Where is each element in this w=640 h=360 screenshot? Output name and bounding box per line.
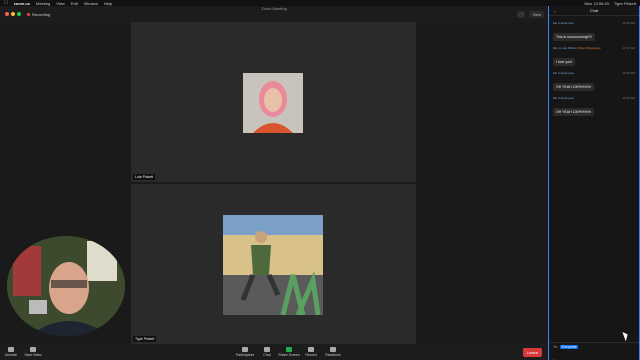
to-label: To: bbox=[553, 345, 558, 349]
message-time: 12:50 AM bbox=[622, 96, 635, 100]
direct-message-tag: (Direct Message) bbox=[577, 46, 601, 50]
reactions-label: Reactions bbox=[325, 353, 341, 357]
chat-label: Chat bbox=[263, 353, 271, 357]
leave-button[interactable]: Leave bbox=[523, 348, 542, 357]
record-button[interactable]: Record bbox=[300, 347, 322, 357]
chat-message: Me to Everyone 12:50 AM OH YEAH 100%%%% bbox=[553, 96, 635, 118]
recording-label: Recording bbox=[32, 11, 51, 17]
share-screen-label: Share Screen bbox=[278, 353, 300, 357]
minimize-window-button[interactable] bbox=[11, 12, 15, 16]
menubar-user[interactable]: Tigre Pickett bbox=[614, 1, 636, 6]
chat-compose: To: Everyone bbox=[549, 342, 639, 360]
message-text: I love you! bbox=[553, 58, 575, 66]
share-screen-icon bbox=[286, 347, 292, 352]
message-meta: Me to Everyone bbox=[553, 96, 575, 100]
participants-label: Participants bbox=[235, 353, 255, 357]
window-title: Zoom Meeting bbox=[261, 6, 287, 11]
share-screen-button[interactable]: Share Screen bbox=[278, 347, 300, 357]
video-camera-icon bbox=[30, 347, 36, 352]
presenter-webcam-image bbox=[7, 236, 125, 336]
chat-title: Chat bbox=[589, 8, 599, 13]
unmute-button[interactable]: Unmute bbox=[0, 347, 22, 357]
view-button[interactable]: View bbox=[529, 11, 544, 18]
microphone-icon bbox=[8, 347, 14, 352]
message-meta: Me to Everyone bbox=[553, 21, 575, 25]
recording-indicator[interactable]: Recording bbox=[27, 12, 50, 17]
reactions-button[interactable]: Reactions bbox=[322, 347, 344, 357]
video-tile-tigre[interactable]: Tigre Pickett bbox=[131, 184, 416, 344]
chat-message: Me to Everyone 12:08 AM This is sooooooom… bbox=[553, 21, 635, 43]
reactions-icon bbox=[330, 347, 336, 352]
meeting-toolbar: Unmute Start Video Participants Chat Sha… bbox=[0, 344, 548, 360]
menubar-app-name[interactable]: zoom.us bbox=[14, 1, 30, 6]
message-text: OH YEAH 100%%%% bbox=[553, 83, 594, 91]
record-label: Record bbox=[305, 353, 317, 357]
message-time: 12:50 AM bbox=[622, 71, 635, 75]
menubar-item-help[interactable]: Help bbox=[104, 1, 112, 6]
message-meta: Me to Everyone bbox=[553, 71, 575, 75]
message-meta: Me to Lola Pickett bbox=[553, 46, 577, 50]
message-text: This is sooooooomg!!!!! bbox=[553, 33, 596, 41]
participants-button[interactable]: Participants bbox=[234, 347, 256, 357]
menubar-item-meeting[interactable]: Meeting bbox=[36, 1, 50, 6]
record-dot-icon bbox=[27, 12, 30, 16]
menubar-item-window[interactable]: Window bbox=[84, 1, 98, 6]
start-video-label: Start Video bbox=[24, 353, 42, 357]
message-text: OH YEAH 100%%%% bbox=[553, 108, 594, 116]
chevron-down-icon[interactable]: ⌄ bbox=[553, 8, 556, 13]
message-time: 12:08 AM bbox=[622, 21, 635, 25]
recipient-select[interactable]: Everyone bbox=[559, 345, 579, 349]
chat-panel: ⌄ Chat Me to Everyone 12:08 AM This is so… bbox=[548, 6, 640, 360]
webcam-overlay bbox=[7, 236, 125, 336]
message-time: 12:47 AM bbox=[622, 46, 635, 50]
fullscreen-button[interactable]: ⛶ bbox=[516, 11, 526, 18]
chat-message: Me to Lola Pickett (Direct Message) 12:47… bbox=[553, 46, 635, 68]
zoom-window-button[interactable] bbox=[17, 12, 21, 16]
menubar-item-view[interactable]: View bbox=[56, 1, 65, 6]
chat-message: Me to Everyone 12:50 AM OH YEAH 100%%%% bbox=[553, 71, 635, 93]
participants-icon bbox=[242, 347, 248, 352]
window-controls bbox=[5, 12, 21, 16]
menubar-time: Mon 13:59:43 bbox=[584, 0, 609, 6]
participant-photo bbox=[243, 73, 303, 133]
participant-photo bbox=[223, 215, 323, 315]
record-icon bbox=[308, 347, 314, 352]
chat-icon bbox=[264, 347, 270, 352]
start-video-button[interactable]: Start Video bbox=[22, 347, 44, 357]
close-window-button[interactable] bbox=[5, 12, 9, 16]
video-tile-lola[interactable]: Lola Pickett bbox=[131, 22, 416, 182]
zoom-header: Zoom Meeting Recording ⛶ View bbox=[0, 6, 548, 22]
chat-button[interactable]: Chat bbox=[256, 347, 278, 357]
unmute-label: Unmute bbox=[4, 353, 18, 357]
menubar-item-edit[interactable]: Edit bbox=[71, 1, 78, 6]
participant-name: Lola Pickett bbox=[133, 174, 156, 180]
participant-name: Tigre Pickett bbox=[133, 336, 157, 342]
chat-messages: Me to Everyone 12:08 AM This is sooooooom… bbox=[549, 16, 639, 120]
